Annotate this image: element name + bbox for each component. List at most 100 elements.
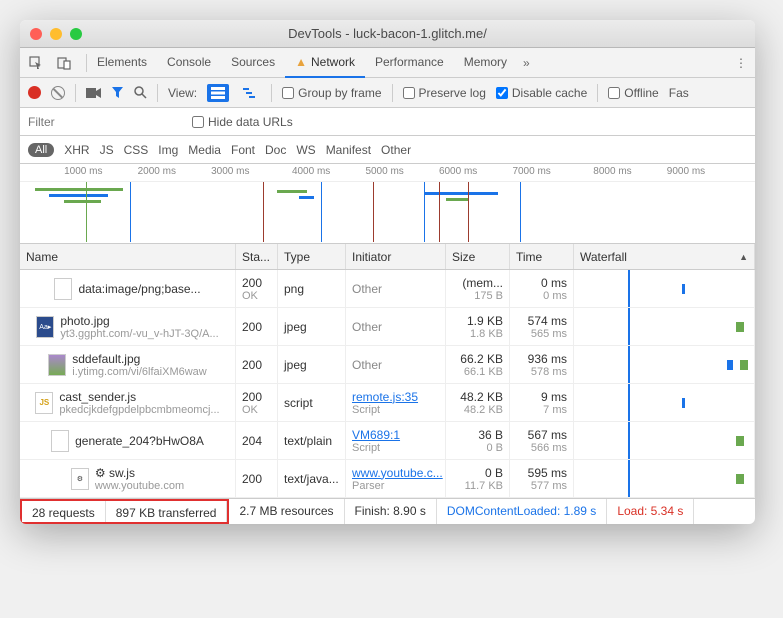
cell-status: 200OK: [236, 384, 278, 421]
kebab-menu-icon[interactable]: ⋮: [735, 56, 747, 70]
tab-console[interactable]: Console: [157, 48, 221, 78]
panel-tabbar: Elements Console Sources ▲Network Perfor…: [20, 48, 755, 78]
devtools-window: DevTools - luck-bacon-1.glitch.me/ Eleme…: [20, 20, 755, 524]
tab-memory[interactable]: Memory: [454, 48, 517, 78]
status-dcl: DOMContentLoaded: 1.89 s: [437, 499, 607, 524]
type-filter-img[interactable]: Img: [158, 143, 178, 157]
cell-waterfall: [574, 308, 755, 345]
type-filter-all[interactable]: All: [28, 143, 54, 157]
inspect-icon[interactable]: [28, 55, 44, 71]
cell-name: ⚙⚙ sw.jswww.youtube.com: [20, 460, 236, 497]
col-type[interactable]: Type: [278, 244, 346, 269]
tab-elements[interactable]: Elements: [87, 48, 157, 78]
table-row[interactable]: Aa▸photo.jpgyt3.ggpht.com/-vu_v-hJT-3Q/A…: [20, 308, 755, 346]
table-row[interactable]: JScast_sender.jspkedcjkdefgpdelpbcmbmeom…: [20, 384, 755, 422]
cell-initiator: Other: [346, 270, 446, 307]
cell-waterfall: [574, 460, 755, 497]
status-resources: 2.7 MB resources: [229, 499, 344, 524]
cell-waterfall: [574, 270, 755, 307]
cell-initiator: VM689:1Script: [346, 422, 446, 459]
cell-size: 1.9 KB1.8 KB: [446, 308, 510, 345]
col-waterfall[interactable]: Waterfall▲: [574, 244, 755, 269]
search-icon[interactable]: [134, 86, 147, 99]
filter-row: Hide data URLs: [20, 108, 755, 136]
cell-waterfall: [574, 422, 755, 459]
cell-name: data:image/png;base...: [20, 270, 236, 307]
col-time[interactable]: Time: [510, 244, 574, 269]
filter-icon[interactable]: [111, 86, 124, 99]
type-filter-ws[interactable]: WS: [296, 143, 315, 157]
cell-type: text/java...: [278, 460, 346, 497]
cell-time: 574 ms565 ms: [510, 308, 574, 345]
col-size[interactable]: Size: [446, 244, 510, 269]
cell-status: 200: [236, 346, 278, 383]
cell-initiator: Other: [346, 308, 446, 345]
cell-time: 567 ms566 ms: [510, 422, 574, 459]
cell-time: 595 ms577 ms: [510, 460, 574, 497]
cell-status: 200: [236, 460, 278, 497]
filter-input[interactable]: [28, 115, 178, 129]
type-filter-css[interactable]: CSS: [124, 143, 149, 157]
more-tabs-icon[interactable]: »: [523, 56, 530, 70]
status-transferred: 897 KB transferred: [106, 501, 228, 522]
type-filter-font[interactable]: Font: [231, 143, 255, 157]
group-by-frame-check[interactable]: Group by frame: [282, 86, 381, 100]
cell-name: JScast_sender.jspkedcjkdefgpdelpbcmbmeom…: [20, 384, 236, 421]
device-icon[interactable]: [56, 55, 72, 71]
cell-size: 66.2 KB66.1 KB: [446, 346, 510, 383]
cell-initiator: Other: [346, 346, 446, 383]
cell-initiator: www.youtube.c...Parser: [346, 460, 446, 497]
col-name[interactable]: Name: [20, 244, 236, 269]
status-bar: 28 requests 897 KB transferred 2.7 MB re…: [20, 498, 755, 524]
type-filter-js[interactable]: JS: [100, 143, 114, 157]
cell-name: Aa▸photo.jpgyt3.ggpht.com/-vu_v-hJT-3Q/A…: [20, 308, 236, 345]
cell-type: text/plain: [278, 422, 346, 459]
col-initiator[interactable]: Initiator: [346, 244, 446, 269]
status-requests: 28 requests: [22, 501, 106, 522]
cell-initiator: remote.js:35Script: [346, 384, 446, 421]
gear-icon: ⚙: [95, 466, 109, 480]
type-filter-other[interactable]: Other: [381, 143, 411, 157]
tab-sources[interactable]: Sources: [221, 48, 285, 78]
tab-network[interactable]: ▲Network: [285, 48, 365, 78]
type-filter-manifest[interactable]: Manifest: [326, 143, 371, 157]
cell-status: 200OK: [236, 270, 278, 307]
cell-size: 0 B11.7 KB: [446, 460, 510, 497]
record-button[interactable]: [28, 86, 41, 99]
col-status[interactable]: Sta...: [236, 244, 278, 269]
window-title: DevTools - luck-bacon-1.glitch.me/: [20, 26, 755, 41]
cell-size: 48.2 KB48.2 KB: [446, 384, 510, 421]
cell-status: 204: [236, 422, 278, 459]
cell-type: jpeg: [278, 346, 346, 383]
cell-name: sddefault.jpgi.ytimg.com/vi/6lfaiXM6waw: [20, 346, 236, 383]
type-filter-row: All XHR JS CSS Img Media Font Doc WS Man…: [20, 136, 755, 164]
cell-time: 9 ms7 ms: [510, 384, 574, 421]
table-row[interactable]: generate_204?bHwO8A204text/plainVM689:1S…: [20, 422, 755, 460]
throttle-select[interactable]: Fas: [669, 86, 689, 100]
cell-time: 0 ms0 ms: [510, 270, 574, 307]
tab-performance[interactable]: Performance: [365, 48, 454, 78]
hide-data-urls-check[interactable]: Hide data URLs: [192, 115, 293, 129]
warning-icon: ▲: [295, 55, 307, 69]
offline-check[interactable]: Offline: [608, 86, 658, 100]
cell-waterfall: [574, 346, 755, 383]
network-toolbar: View: Group by frame Preserve log Disabl…: [20, 78, 755, 108]
timeline-overview[interactable]: 1000 ms 2000 ms 3000 ms 4000 ms 5000 ms …: [20, 164, 755, 244]
camera-icon[interactable]: [86, 87, 101, 99]
type-filter-xhr[interactable]: XHR: [64, 143, 89, 157]
waterfall-view-button[interactable]: [239, 84, 261, 102]
sort-asc-icon: ▲: [739, 252, 748, 262]
cell-type: jpeg: [278, 308, 346, 345]
cell-type: png: [278, 270, 346, 307]
preserve-log-check[interactable]: Preserve log: [403, 86, 486, 100]
type-filter-media[interactable]: Media: [188, 143, 221, 157]
large-rows-button[interactable]: [207, 84, 229, 102]
type-filter-doc[interactable]: Doc: [265, 143, 286, 157]
cell-size: 36 B0 B: [446, 422, 510, 459]
clear-button[interactable]: [51, 86, 65, 100]
table-row[interactable]: data:image/png;base...200OKpngOther(mem.…: [20, 270, 755, 308]
disable-cache-check[interactable]: Disable cache: [496, 86, 587, 100]
table-row[interactable]: sddefault.jpgi.ytimg.com/vi/6lfaiXM6waw2…: [20, 346, 755, 384]
requests-table: Name Sta... Type Initiator Size Time Wat…: [20, 244, 755, 498]
table-row[interactable]: ⚙⚙ sw.jswww.youtube.com200text/java...ww…: [20, 460, 755, 498]
